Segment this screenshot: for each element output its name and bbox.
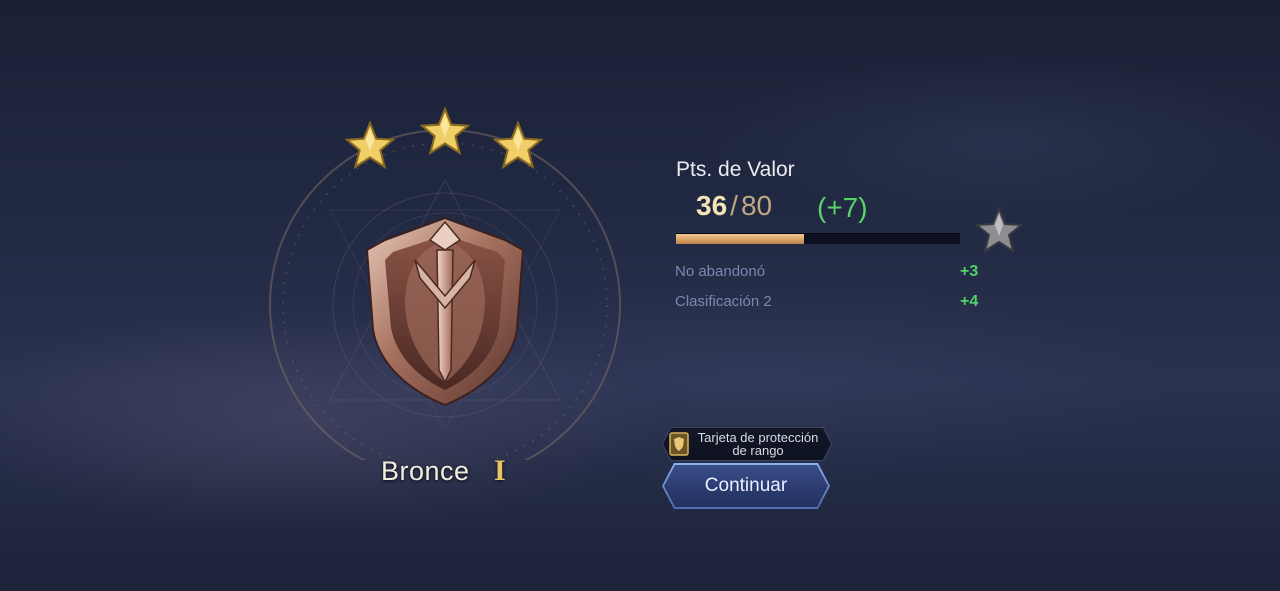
valor-progress-fill	[676, 234, 804, 244]
gold-star-icon	[419, 106, 471, 156]
rank-name: Bronce	[381, 456, 470, 486]
continue-button-label: Continuar	[704, 475, 788, 496]
continue-button[interactable]: Continuar	[662, 463, 830, 509]
shield-card-icon	[669, 432, 689, 456]
rank-stars	[330, 102, 560, 182]
valor-separator: /	[730, 190, 738, 221]
bonus-value: +4	[960, 293, 979, 310]
valor-progress-bar	[676, 233, 960, 244]
bonus-value: +3	[960, 263, 979, 280]
rank-tier: I	[494, 454, 506, 487]
protection-card-label: Tarjeta de protección de rango	[697, 430, 819, 458]
bonus-label: Clasificación 2	[675, 293, 772, 310]
valor-gain: (+7)	[817, 192, 868, 223]
valor-current: 36	[696, 190, 728, 221]
valor-max: 80	[740, 190, 773, 221]
bonus-label: No abandonó	[675, 263, 766, 280]
valor-points-title: Pts. de Valor	[676, 158, 795, 181]
gold-star-icon	[344, 120, 396, 170]
silver-star-icon	[974, 206, 1024, 254]
gold-star-icon	[492, 120, 544, 170]
valor-points-value: 36/80	[696, 190, 772, 226]
